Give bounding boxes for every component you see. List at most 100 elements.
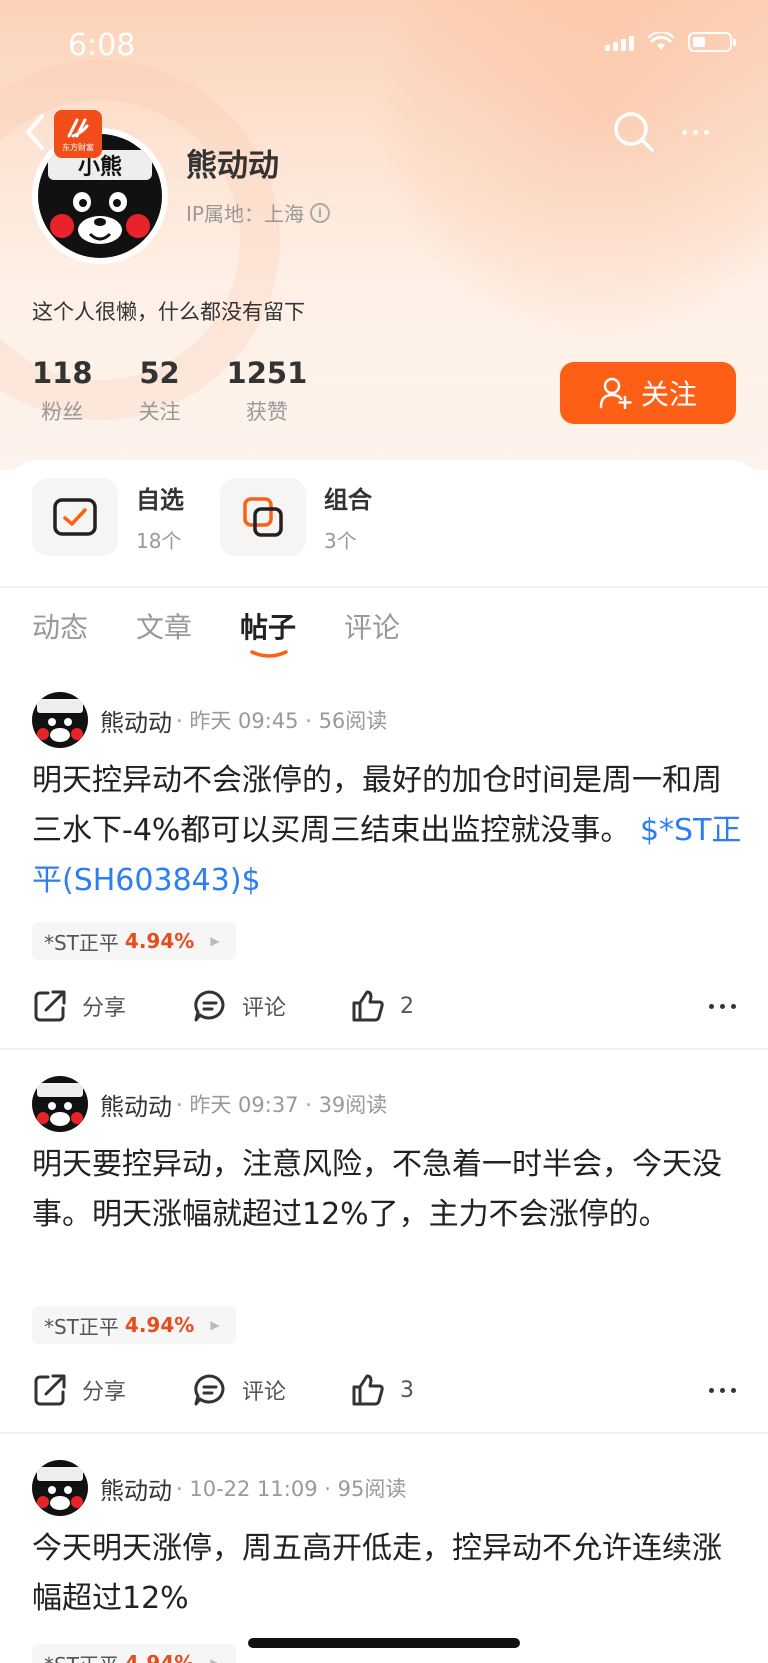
watchlist-count: 18个	[136, 529, 182, 553]
divider	[0, 1432, 768, 1434]
tab-dynamic[interactable]: 动态	[32, 606, 88, 646]
post-item[interactable]: 熊动动 · 昨天 09:45 · 56阅读 明天控异动不会涨停的，最好的加仓时间…	[0, 692, 768, 1042]
post-more-icon[interactable]	[709, 1387, 736, 1393]
signal-icon	[605, 33, 634, 51]
tab-posts[interactable]: 帖子	[240, 606, 297, 658]
comment-icon	[194, 990, 225, 1022]
post-actions: 分享 评论 2	[32, 986, 736, 1026]
post-avatar[interactable]	[32, 692, 88, 748]
add-user-icon	[599, 377, 632, 409]
post-avatar[interactable]	[32, 1460, 88, 1516]
divider	[0, 586, 768, 588]
profile-bio: 这个人很懒，什么都没有留下	[32, 300, 305, 324]
portfolio-icon	[220, 478, 306, 556]
post-text: 明天控异动不会涨停的，最好的加仓时间是周一和周三水下-4%都可以买周三结束出监控…	[32, 756, 742, 906]
stat-fans[interactable]: 118 粉丝	[32, 356, 93, 426]
comment-icon	[194, 1374, 225, 1406]
stat-likes[interactable]: 1251 获赞	[227, 356, 308, 426]
stock-tag[interactable]: *ST正平 4.94% ▶	[32, 922, 236, 960]
share-button[interactable]: 分享	[32, 1372, 126, 1408]
like-button[interactable]: 3	[350, 1372, 414, 1408]
chevron-right-icon: ▶	[210, 1318, 220, 1332]
stock-tag[interactable]: *ST正平 4.94% ▶	[32, 1644, 236, 1663]
post-content: 明天控异动不会涨停的，最好的加仓时间是周一和周三水下-4%都可以买周三结束出监控…	[32, 763, 722, 848]
ip-location-text: IP属地：上海	[186, 202, 304, 226]
status-time: 6:08	[68, 28, 136, 63]
stock-name: *ST正平	[44, 930, 119, 955]
eastmoney-logo: 东方财富	[54, 110, 102, 158]
like-count: 2	[400, 993, 414, 1019]
wifi-icon	[648, 32, 674, 50]
watchlist-entry[interactable]: 自选 18个	[32, 478, 184, 556]
post-avatar[interactable]	[32, 1076, 88, 1132]
more-menu-icon[interactable]	[682, 120, 726, 144]
comment-button[interactable]: 评论	[192, 1372, 286, 1408]
stat-label: 获赞	[245, 400, 288, 424]
post-actions: 分享 评论 3	[32, 1370, 736, 1410]
portfolio-title: 组合	[324, 486, 372, 514]
post-header: 熊动动 · 10-22 11:09 · 95阅读	[32, 1460, 406, 1516]
tab-comments[interactable]: 评论	[344, 606, 400, 646]
thumbs-up-icon	[352, 1374, 384, 1406]
battery-icon	[688, 32, 736, 52]
post-header: 熊动动 · 昨天 09:45 · 56阅读	[32, 692, 387, 748]
divider	[0, 1048, 768, 1050]
home-indicator[interactable]	[248, 1638, 520, 1648]
post-content: 明天要控异动，注意风险，不急着一时半会，今天没事。明天涨幅就超过12%了，主力不…	[32, 1147, 722, 1232]
post-content: 今天明天涨停，周五高开低走，控异动不允许连续涨幅超过12%	[32, 1531, 722, 1616]
active-tab-indicator	[250, 650, 288, 658]
portfolio-count: 3个	[324, 529, 357, 553]
watchlist-icon	[32, 478, 118, 556]
stat-label: 关注	[138, 400, 181, 424]
stock-name: *ST正平	[44, 1649, 119, 1663]
post-more-icon[interactable]	[709, 1003, 736, 1009]
share-label: 分享	[82, 996, 127, 1021]
search-icon[interactable]	[612, 110, 656, 154]
chevron-right-icon: ▶	[210, 1656, 220, 1663]
stat-label: 粉丝	[41, 400, 84, 424]
profile-name: 熊动动	[186, 148, 279, 184]
post-item[interactable]: 熊动动 · 昨天 09:37 · 39阅读 明天要控异动，注意风险，不急着一时半…	[0, 1076, 768, 1426]
logo-text: 东方财富	[62, 142, 94, 152]
stock-name: *ST正平	[44, 1314, 119, 1339]
like-count: 3	[400, 1377, 414, 1403]
tab-articles[interactable]: 文章	[136, 606, 192, 646]
like-button[interactable]: 2	[350, 988, 414, 1024]
post-author[interactable]: 熊动动	[100, 1471, 172, 1506]
stat-value: 1251	[226, 356, 308, 390]
share-icon	[34, 1374, 66, 1406]
post-header: 熊动动 · 昨天 09:37 · 39阅读	[32, 1076, 387, 1132]
comment-label: 评论	[242, 996, 287, 1021]
share-icon	[34, 990, 66, 1022]
tab-posts-label: 帖子	[240, 611, 297, 644]
follow-label: 关注	[640, 378, 697, 411]
stat-value: 52	[139, 356, 180, 390]
ip-location: IP属地：上海 i	[186, 198, 330, 227]
stat-value: 118	[32, 356, 93, 390]
chevron-right-icon: ▶	[210, 934, 220, 948]
post-author[interactable]: 熊动动	[100, 1087, 172, 1122]
post-meta: · 10-22 11:09 · 95阅读	[176, 1477, 407, 1501]
stock-change: 4.94%	[124, 929, 195, 953]
post-meta: · 昨天 09:45 · 56阅读	[176, 709, 388, 733]
post-text: 明天要控异动，注意风险，不急着一时半会，今天没事。明天涨幅就超过12%了，主力不…	[32, 1140, 742, 1240]
post-meta: · 昨天 09:37 · 39阅读	[176, 1093, 388, 1117]
share-button[interactable]: 分享	[32, 988, 126, 1024]
follow-button[interactable]: 关注	[560, 362, 736, 424]
comment-button[interactable]: 评论	[192, 988, 286, 1024]
post-item[interactable]: 熊动动 · 10-22 11:09 · 95阅读 今天明天涨停，周五高开低走，控…	[0, 1460, 768, 1663]
profile-stats: 118 粉丝 52 关注 1251 获赞	[32, 356, 307, 426]
info-icon[interactable]: i	[309, 202, 330, 223]
logo-mark-icon	[67, 118, 89, 137]
comment-label: 评论	[242, 1380, 287, 1405]
back-arrow-icon[interactable]	[20, 112, 50, 152]
content-tabs: 动态 文章 帖子 评论	[32, 606, 400, 658]
watchlist-title: 自选	[136, 486, 184, 514]
portfolio-entry[interactable]: 组合 3个	[220, 478, 372, 556]
post-author[interactable]: 熊动动	[100, 703, 172, 738]
stock-tag[interactable]: *ST正平 4.94% ▶	[32, 1306, 236, 1344]
stock-change: 4.94%	[124, 1651, 195, 1663]
stock-change: 4.94%	[124, 1313, 195, 1337]
share-label: 分享	[82, 1380, 127, 1405]
stat-following[interactable]: 52 关注	[139, 356, 181, 426]
